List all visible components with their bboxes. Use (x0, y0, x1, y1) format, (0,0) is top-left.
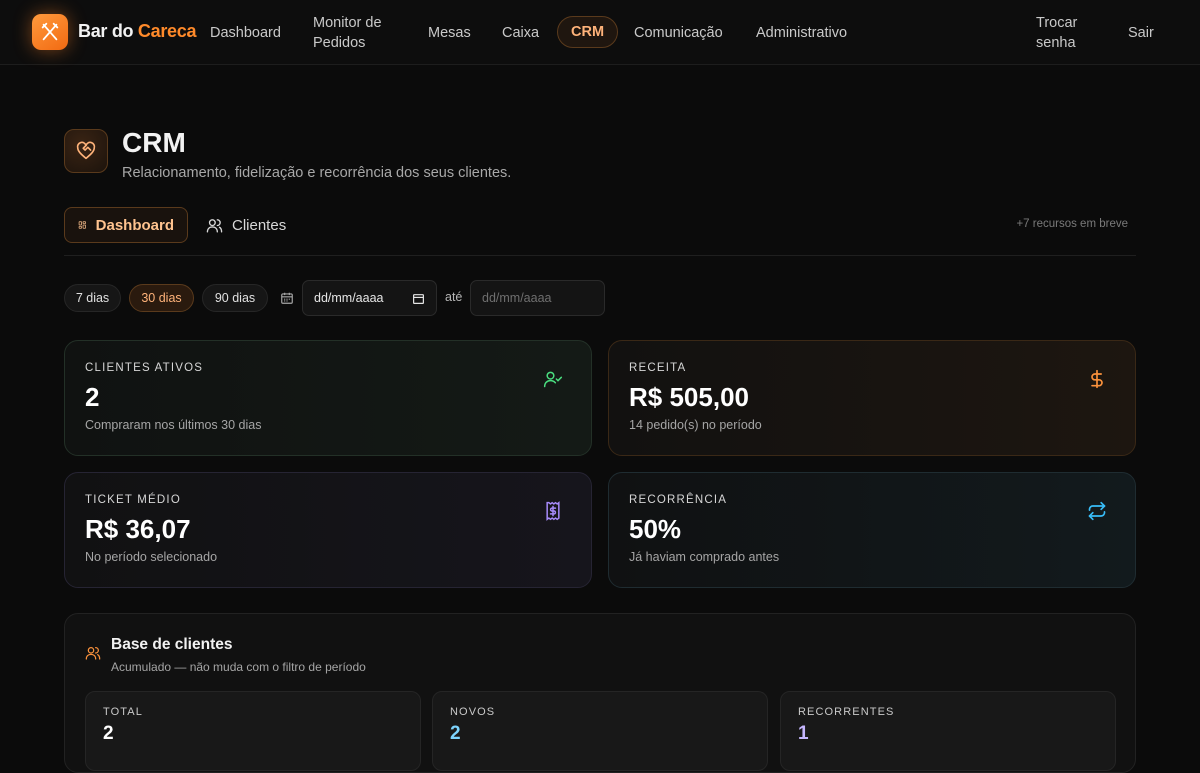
stat-caption: No período selecionado (85, 550, 218, 564)
base-total-card: TOTAL 2 (85, 691, 421, 771)
app-name-accent: Careca (137, 21, 197, 41)
stat-value: R$ 36,07 (85, 514, 191, 544)
calendar-picker-icon[interactable] (412, 292, 425, 305)
repeat-icon (1088, 501, 1106, 521)
stat-label: RECEITA (629, 362, 687, 374)
page-title: CRM (122, 127, 186, 158)
page-subtitle: Relacionamento, fidelização e recorrênci… (122, 165, 512, 181)
app-name[interactable]: Bar do Careca (78, 21, 196, 42)
receipt-icon (546, 501, 560, 521)
nav-caixa[interactable]: Caixa (502, 0, 539, 65)
calendar-icon (281, 292, 293, 304)
date-from-value: dd/mm/aaaa (314, 291, 384, 305)
base-recorrentes-label: RECORRENTES (798, 706, 895, 718)
base-novos-value: 2 (450, 723, 461, 744)
tab-dashboard-label: Dashboard (95, 216, 174, 234)
base-novos-label: NOVOS (450, 706, 496, 718)
crm-header-icon (64, 129, 108, 173)
panel-title: Base de clientes (111, 636, 233, 653)
nav-comunicacao[interactable]: Comunicação (634, 0, 723, 65)
panel-subtitle: Acumulado — não muda com o filtro de per… (111, 660, 366, 674)
base-total-value: 2 (103, 723, 114, 744)
coming-soon-note: +7 recursos em breve (1016, 218, 1128, 230)
base-recorrentes-value: 1 (798, 723, 809, 744)
heart-handshake-icon (76, 141, 96, 160)
nav-monitor-de-pedidos[interactable]: Monitor de Pedidos (313, 0, 405, 65)
date-range-separator: até (445, 290, 463, 304)
app-logo[interactable] (32, 14, 68, 50)
stat-card-clientes-ativos: CLIENTES ATIVOS 2 Compraram nos últimos … (64, 340, 592, 456)
range-30-days[interactable]: 30 dias (129, 284, 194, 312)
utensils-icon (41, 22, 59, 41)
stat-card-recorrencia: RECORRÊNCIA 50% Já haviam comprado antes (608, 472, 1136, 588)
nav-mesas[interactable]: Mesas (428, 0, 471, 65)
nav-administrativo[interactable]: Administrativo (756, 0, 848, 65)
stat-value: 50% (629, 514, 682, 544)
base-total-label: TOTAL (103, 706, 143, 718)
stat-card-ticket-medio: TICKET MÉDIO R$ 36,07 No período selecio… (64, 472, 592, 588)
user-check-icon (543, 371, 563, 388)
app-name-main: Bar do (78, 21, 138, 41)
tab-dashboard[interactable]: Dashboard (64, 207, 188, 243)
top-navbar: Bar do Careca Dashboard Monitor de Pedid… (0, 0, 1200, 65)
dashboard-icon (78, 221, 86, 229)
date-from-input[interactable]: dd/mm/aaaa (302, 280, 437, 316)
nav-crm[interactable]: CRM (557, 16, 619, 48)
stat-caption: Já haviam comprado antes (629, 550, 780, 564)
tabs-divider (64, 255, 1136, 256)
base-novos-card: NOVOS 2 (432, 691, 768, 771)
base-de-clientes-panel: Base de clientes Acumulado — não muda co… (64, 613, 1136, 773)
stat-value: R$ 505,00 (629, 382, 749, 412)
range-7-days[interactable]: 7 dias (64, 284, 121, 312)
base-recorrentes-card: RECORRENTES 1 (780, 691, 1116, 771)
users-icon (206, 218, 223, 233)
change-password-button[interactable]: Trocar senha (1036, 0, 1096, 65)
logout-button[interactable]: Sair (1128, 0, 1154, 65)
stat-label: RECORRÊNCIA (629, 494, 728, 506)
tab-clientes-label: Clientes (232, 216, 287, 234)
users-icon (85, 647, 101, 660)
stat-caption: Compraram nos últimos 30 dias (85, 418, 262, 432)
range-90-days[interactable]: 90 dias (202, 284, 268, 312)
nav-dashboard[interactable]: Dashboard (210, 0, 281, 65)
stat-card-receita: RECEITA R$ 505,00 14 pedido(s) no períod… (608, 340, 1136, 456)
date-to-input[interactable]: dd/mm/aaaa (470, 280, 605, 316)
stat-label: CLIENTES ATIVOS (85, 362, 204, 374)
stat-value: 2 (85, 382, 100, 412)
stat-caption: 14 pedido(s) no período (629, 418, 762, 432)
stat-label: TICKET MÉDIO (85, 494, 181, 506)
date-to-value: dd/mm/aaaa (482, 291, 552, 305)
dollar-icon (1091, 369, 1103, 389)
tab-clientes[interactable]: Clientes (193, 207, 299, 243)
